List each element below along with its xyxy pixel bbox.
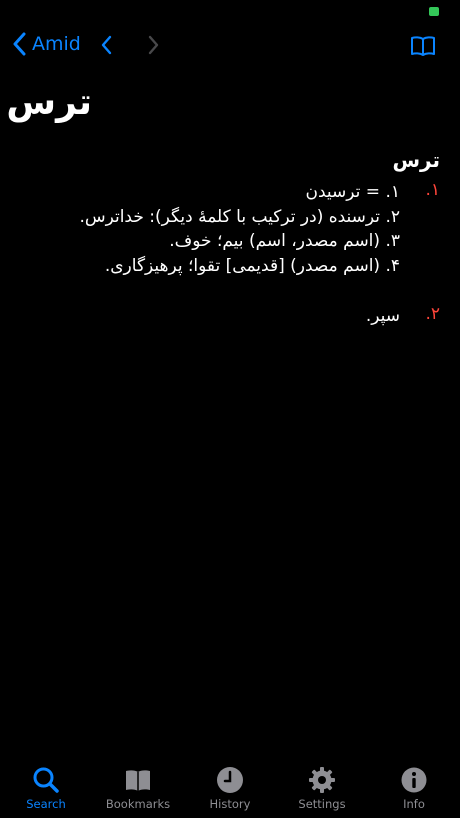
previous-entry-button[interactable]: [100, 35, 112, 55]
book-icon: [126, 770, 150, 791]
battery-status-icon: [429, 7, 439, 16]
page-title: ترس: [6, 82, 92, 123]
tab-label: Settings: [298, 797, 346, 811]
sense-number: ۱.: [425, 180, 440, 200]
entry-headword: ترس: [392, 148, 440, 172]
sense-item: ۲. سپر.: [20, 304, 440, 329]
tab-history[interactable]: History: [184, 764, 276, 818]
tab-settings[interactable]: Settings: [276, 764, 368, 818]
gear-icon: [309, 767, 335, 793]
clock-icon: [217, 767, 243, 793]
info-icon: [401, 767, 427, 793]
next-entry-button[interactable]: [148, 35, 160, 55]
open-book-icon[interactable]: [410, 35, 436, 57]
tab-label: Info: [403, 797, 425, 811]
sense-line: ۳. (اسم مصدر، اسم) بیم؛ خوف.: [169, 231, 400, 251]
sense-line: ۴. (اسم مصدر) [قدیمی] تقوا؛ پرهیزگاری.: [104, 255, 400, 276]
sense-number: ۲.: [425, 304, 440, 324]
tab-info[interactable]: Info: [368, 764, 460, 818]
sense-item: ۱. ۱. = ترسیدن ۲. ترسنده (در ترکیب با کل…: [20, 180, 440, 278]
sense-line: ۱. = ترسیدن: [305, 182, 401, 202]
tab-search[interactable]: Search: [0, 764, 92, 818]
tab-label: Bookmarks: [105, 797, 171, 811]
back-button[interactable]: Amid: [12, 32, 81, 56]
back-button-label: Amid: [32, 33, 81, 55]
magnifier-icon: [33, 767, 59, 793]
sense-line: ۲. ترسنده (در ترکیب با کلمهٔ دیگر): خدات…: [79, 206, 400, 227]
sense-line: سپر.: [365, 306, 400, 326]
tab-bar: Search Bookmarks History Settings Info: [0, 764, 460, 818]
tab-label: Search: [26, 797, 66, 811]
navigation-bar: Amid: [0, 30, 460, 64]
chevron-left-icon: [13, 32, 26, 56]
entry-content: ترس ۱. ۱. = ترسیدن ۲. ترسنده (در ترکیب ب…: [20, 148, 440, 355]
tab-label: History: [209, 797, 251, 811]
tab-bookmarks[interactable]: Bookmarks: [92, 764, 184, 818]
